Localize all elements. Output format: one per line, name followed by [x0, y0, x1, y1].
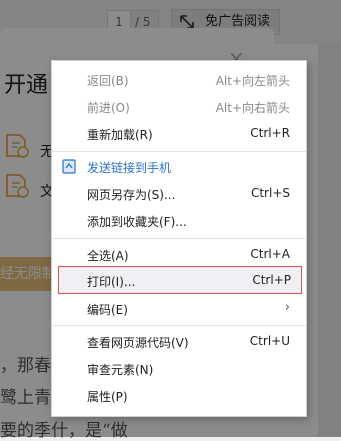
- menu-item-send-to-phone[interactable]: 发送链接到手机: [52, 155, 306, 179]
- phone-send-icon: [62, 159, 76, 174]
- menu-item-back[interactable]: 返回(B) Alt+向左箭头: [52, 68, 306, 92]
- menu-item-save-as[interactable]: 网页另存为(S)... Ctrl+S: [52, 182, 306, 206]
- menu-separator: [52, 151, 306, 152]
- menu-item-inspect[interactable]: 审查元素(N): [52, 357, 306, 381]
- menu-item-properties[interactable]: 属性(P): [52, 384, 306, 408]
- menu-item-print[interactable]: 打印(I)... Ctrl+P: [58, 266, 302, 294]
- menu-item-encoding[interactable]: 编码(E) ›: [52, 297, 306, 321]
- chevron-right-icon: ›: [284, 300, 290, 315]
- menu-item-view-source[interactable]: 查看网页源代码(V) Ctrl+U: [52, 330, 306, 354]
- menu-item-add-favorite[interactable]: 添加到收藏夹(F)...: [52, 209, 306, 233]
- menu-separator: [52, 238, 306, 239]
- menu-separator: [52, 325, 306, 326]
- menu-item-reload[interactable]: 重新加载(R) Ctrl+R: [52, 122, 306, 146]
- context-menu: 返回(B) Alt+向左箭头 前进(O) Alt+向右箭头 重新加载(R) Ct…: [51, 60, 307, 417]
- menu-item-select-all[interactable]: 全选(A) Ctrl+A: [52, 243, 306, 267]
- menu-item-forward[interactable]: 前进(O) Alt+向右箭头: [52, 95, 306, 119]
